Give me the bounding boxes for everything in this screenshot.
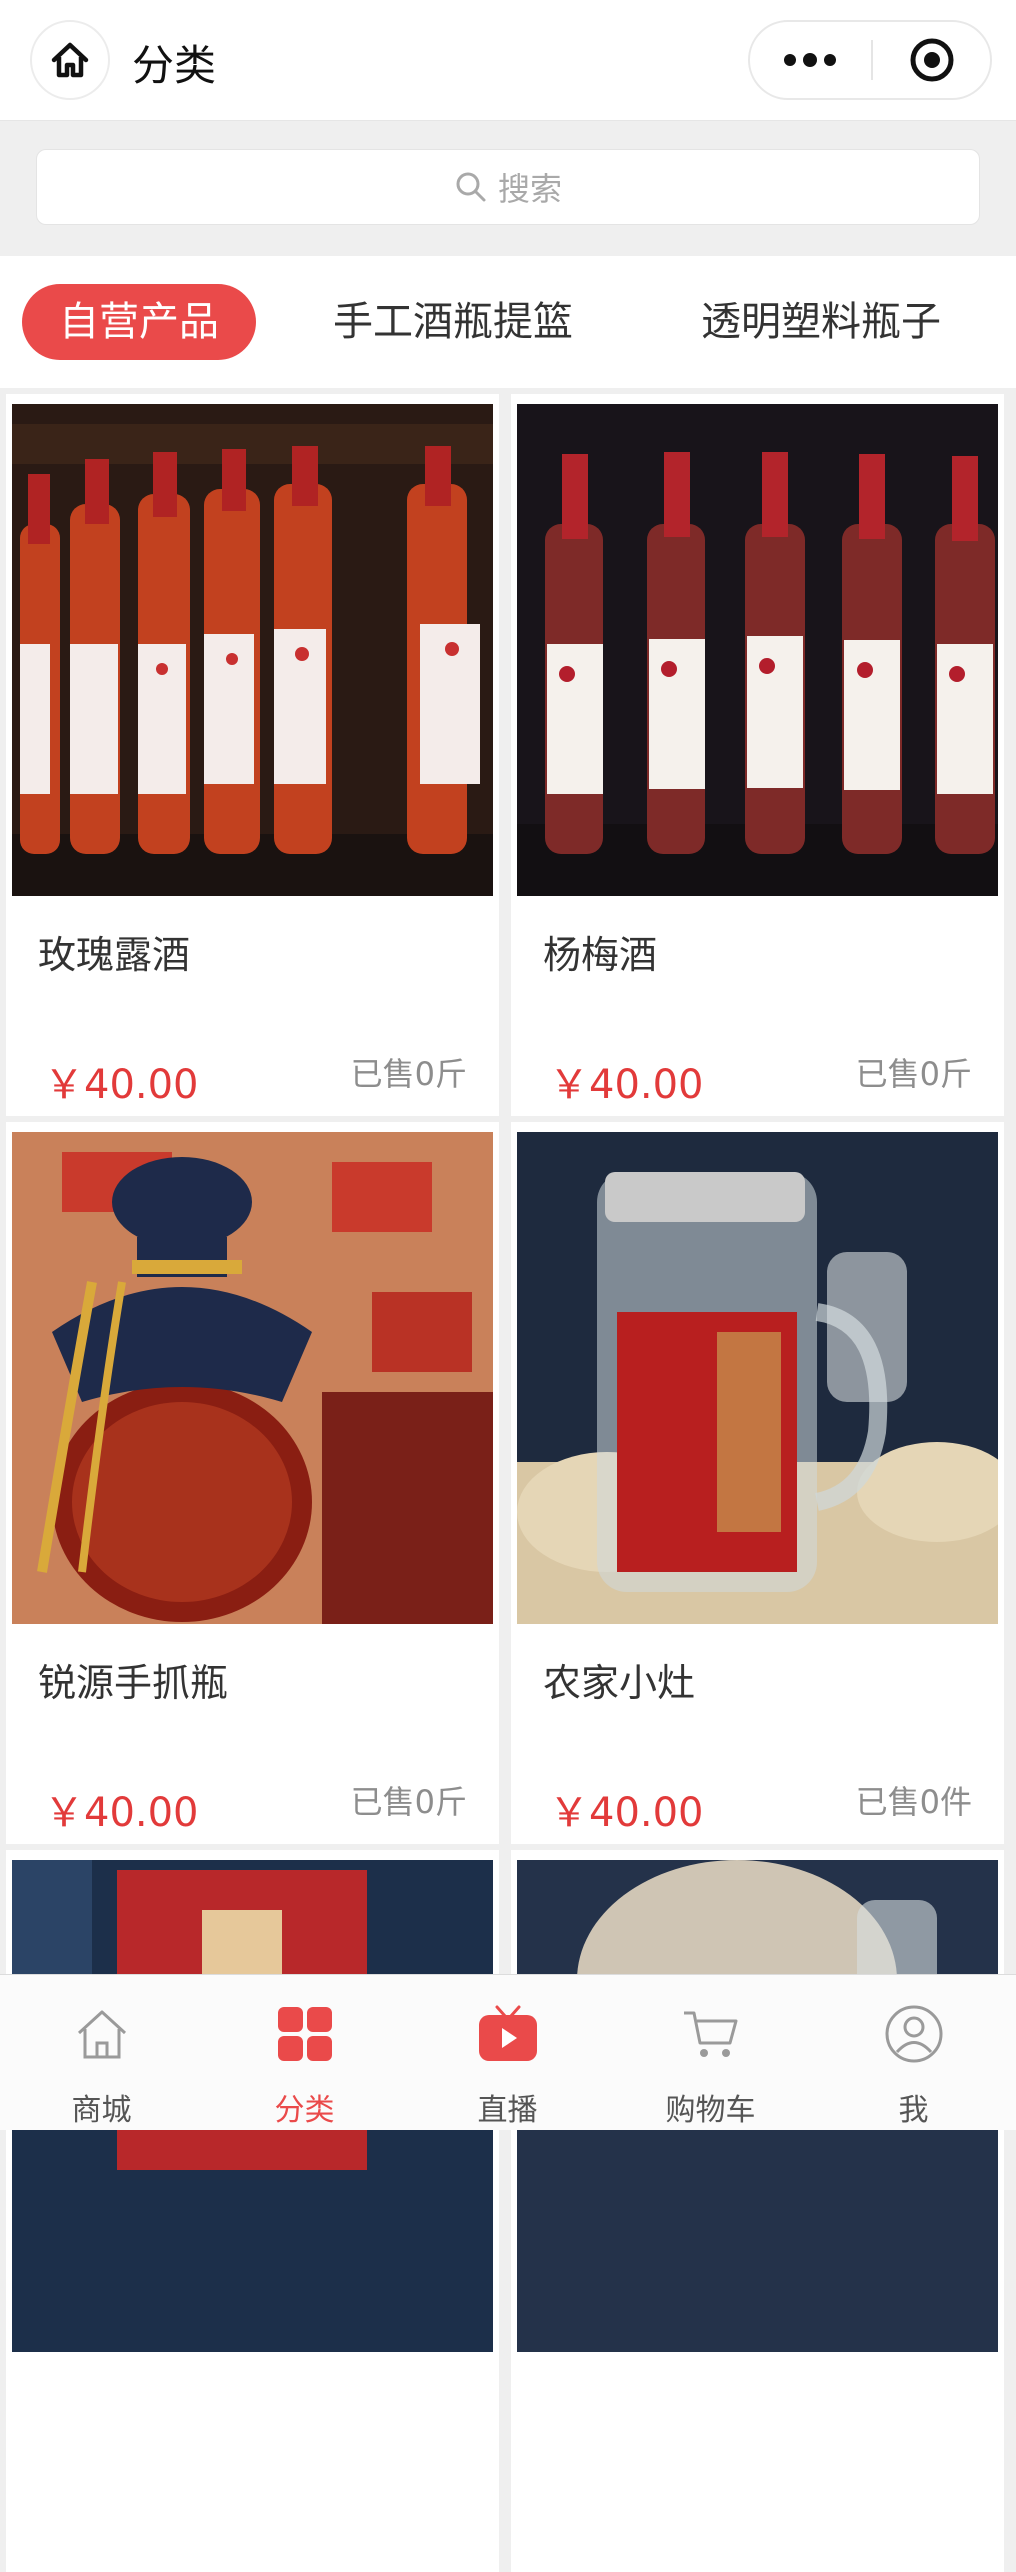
nav-header: 分类 [0,0,1016,121]
category-grid-icon [278,2007,332,2061]
tabbar-item-live[interactable]: 直播 [406,1975,609,2130]
page-title: 分类 [132,41,217,90]
cart-icon [684,2011,738,2057]
product-card[interactable]: 锐源手抓瓶 ￥40.00 已售0斤 [6,1122,499,1844]
product-image[interactable] [517,404,998,896]
tabbar-label: 购物车 [665,2093,756,2128]
product-name: 锐源手抓瓶 [38,1661,229,1705]
tab-handmade-basket[interactable]: 手工酒瓶提篮 [318,284,588,360]
farmhouse-liquor-jar-photo [517,1132,998,1624]
category-tabs: 自营产品 手工酒瓶提篮 透明塑料瓶子 [0,256,1016,388]
product-name: 农家小灶 [543,1661,696,1705]
product-price: ￥40.00 [44,1790,199,1836]
home-button[interactable] [30,20,110,100]
home-icon [51,42,89,78]
product-image[interactable] [517,1132,998,1624]
product-sold-count: 已售0斤 [350,1055,467,1093]
product-price: ￥40.00 [44,1062,199,1108]
product-name: 杨梅酒 [543,933,658,977]
tabbar-label: 分类 [274,2093,335,2128]
search-area: 搜索 [0,121,1016,255]
product-sold-count: 已售0件 [855,1783,972,1821]
more-button[interactable] [750,22,870,98]
product-card[interactable] [6,1850,499,2572]
tabbar-item-me[interactable]: 我 [812,1975,1015,2130]
product-image[interactable] [12,1132,493,1624]
search-icon [456,172,486,202]
rose-wine-bottles-photo [12,404,493,896]
product-price: ￥40.00 [549,1062,704,1108]
product-sold-count: 已售0斤 [350,1783,467,1821]
tab-self-operated[interactable]: 自营产品 [22,284,256,360]
tab-plastic-bottles[interactable]: 透明塑料瓶子 [686,284,956,360]
search-placeholder: 搜索 [497,170,562,208]
more-dots-icon [784,53,836,67]
ruiyuan-jar-photo [12,1132,493,1624]
search-input[interactable]: 搜索 [36,149,980,225]
target-icon [910,38,954,82]
bottom-tab-bar: 商城 分类 直播 购物车 我 [0,1974,1016,2130]
tabbar-item-category[interactable]: 分类 [203,1975,406,2130]
product-sold-count: 已售0斤 [855,1055,972,1093]
tabbar-item-mall[interactable]: 商城 [0,1975,203,2130]
tabbar-label: 我 [898,2093,929,2128]
tabbar-label: 商城 [71,2093,132,2128]
product-card[interactable]: 杨梅酒 ￥40.00 已售0斤 [511,394,1004,1116]
product-price: ￥40.00 [549,1790,704,1836]
close-mini-program-button[interactable] [874,22,990,98]
mini-program-capsule [748,20,992,100]
live-tv-icon [479,2005,537,2061]
product-card[interactable] [511,1850,1004,2572]
product-card[interactable]: 农家小灶 ￥40.00 已售0件 [511,1122,1004,1844]
tabbar-label: 直播 [477,2093,538,2128]
product-name: 玫瑰露酒 [38,933,191,977]
product-image[interactable] [12,404,493,896]
product-card[interactable]: 玫瑰露酒 ￥40.00 已售0斤 [6,394,499,1116]
capsule-divider [871,40,873,80]
home-icon [77,2010,127,2059]
user-icon [885,2005,943,2063]
tabbar-item-cart[interactable]: 购物车 [609,1975,812,2130]
bayberry-wine-bottles-photo [517,404,998,896]
